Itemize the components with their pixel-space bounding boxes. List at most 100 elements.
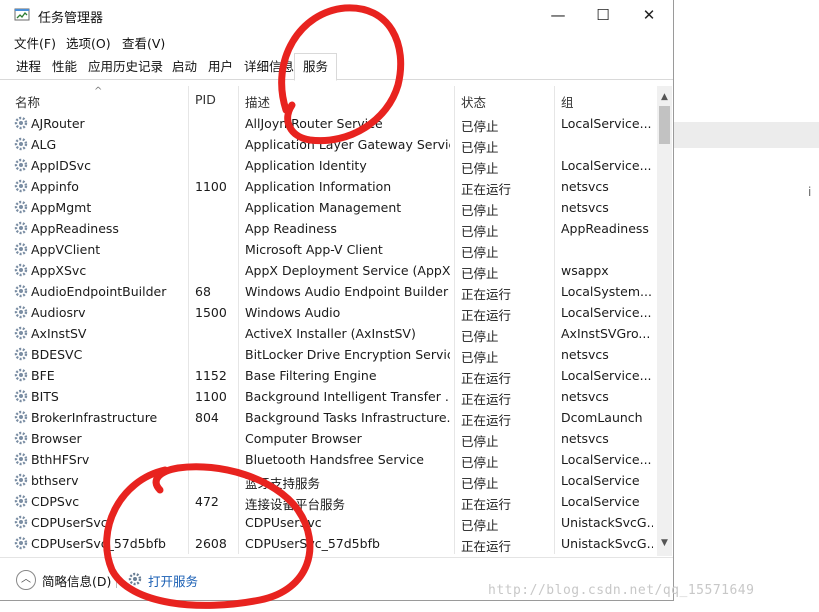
tab-startup[interactable]: 启动	[168, 56, 201, 78]
chevron-up-icon[interactable]: ︿	[16, 570, 36, 590]
service-row[interactable]: BrokerInfrastructure 804 Background Tasks …	[10, 407, 657, 428]
service-row[interactable]: AJRouter AllJoyn Router Service 已停止 LocalSe…	[10, 113, 657, 134]
service-pid: 1100	[195, 389, 227, 404]
background-window	[673, 0, 819, 612]
service-description: 连接设备平台服务	[245, 497, 346, 512]
footer-divider	[116, 572, 117, 588]
service-row[interactable]: BFE 1152 Base Filtering Engine 正在运行 LocalSer…	[10, 365, 657, 386]
service-gear-icon	[14, 452, 28, 466]
service-status: 正在运行	[461, 497, 512, 512]
vertical-scrollbar[interactable]: ▲ ▼	[657, 86, 672, 556]
column-header-description[interactable]: 描述	[245, 92, 270, 111]
service-row[interactable]: AppXSvc AppX Deployment Service (AppX... 已…	[10, 260, 657, 281]
menu-view[interactable]: 查看(V)	[122, 33, 165, 52]
service-status: 正在运行	[461, 392, 512, 407]
service-status: 已停止	[461, 518, 499, 533]
service-gear-icon	[14, 221, 28, 235]
maximize-icon: ☐	[596, 6, 610, 24]
menu-options[interactable]: 选项(O)	[66, 33, 111, 52]
scroll-down-arrow-icon[interactable]: ▼	[657, 538, 672, 550]
service-status: 已停止	[461, 224, 499, 239]
scroll-up-arrow-icon[interactable]: ▲	[657, 92, 672, 104]
maximize-button[interactable]: ☐	[580, 0, 626, 30]
service-group: UnistackSvcG...	[561, 536, 653, 551]
open-services-link[interactable]: 打开服务	[148, 571, 198, 590]
tab-details[interactable]: 详细信息	[240, 56, 298, 78]
menu-file[interactable]: 文件(F)	[14, 33, 56, 52]
services-list: ^ 名称 PID 描述 状态 组 AJRouter AllJoyn Router …	[10, 86, 672, 556]
service-row[interactable]: AppIDSvc Application Identity 已停止 LocalServ…	[10, 155, 657, 176]
service-pid: 2608	[195, 536, 227, 551]
service-description: Bluetooth Handsfree Service	[245, 452, 424, 467]
service-status: 已停止	[461, 140, 499, 155]
service-group: LocalService...	[561, 116, 652, 131]
service-row[interactable]: Audiosrv 1500 Windows Audio 正在运行 LocalServic…	[10, 302, 657, 323]
service-group: LocalService	[561, 494, 640, 509]
tab-app-history[interactable]: 应用历史记录	[84, 56, 167, 78]
service-pid: 1100	[195, 179, 227, 194]
tab-services[interactable]: 服务	[294, 53, 338, 81]
service-rows: AJRouter AllJoyn Router Service 已停止 LocalSe…	[10, 113, 657, 554]
service-status: 已停止	[461, 161, 499, 176]
service-row[interactable]: AudioEndpointBuilder 68 Windows Audio Endp…	[10, 281, 657, 302]
service-group: netsvcs	[561, 431, 609, 446]
service-group: netsvcs	[561, 347, 609, 362]
column-header-pid[interactable]: PID	[195, 92, 216, 107]
service-status: 已停止	[461, 476, 499, 491]
service-row[interactable]: BthHFSrv Bluetooth Handsfree Service 已停止 Lo…	[10, 449, 657, 470]
fewer-details-button[interactable]: 简略信息(D)	[42, 571, 111, 590]
service-row[interactable]: CDPUserSvc_57d5bfb 2608 CDPUserSvc_57d5bfb…	[10, 533, 657, 554]
service-group: DcomLaunch	[561, 410, 643, 425]
service-row[interactable]: AxInstSV ActiveX Installer (AxInstSV) 已停止 A…	[10, 323, 657, 344]
tab-bar: 进程 性能 应用历史记录 启动 用户 详细信息 服务	[0, 52, 673, 81]
service-name: AudioEndpointBuilder	[31, 284, 167, 299]
service-name: AppVClient	[31, 242, 101, 257]
service-row[interactable]: AppMgmt Application Management 已停止 netsvcs	[10, 197, 657, 218]
service-group: netsvcs	[561, 389, 609, 404]
service-row[interactable]: BDESVC BitLocker Drive Encryption Service…	[10, 344, 657, 365]
service-description: Background Intelligent Transfer ...	[245, 389, 450, 404]
service-row[interactable]: bthserv 蓝牙支持服务 已停止 LocalService	[10, 470, 657, 491]
service-description: AllJoyn Router Service	[245, 116, 383, 131]
service-description: CDPUserSvc	[245, 515, 322, 530]
title-bar[interactable]: 任务管理器 — ☐ ✕	[0, 0, 673, 30]
service-row[interactable]: CDPSvc 472 连接设备平台服务 正在运行 LocalService	[10, 491, 657, 512]
tab-users[interactable]: 用户	[204, 56, 237, 78]
task-manager-window: 任务管理器 — ☐ ✕ 文件(F) 选项(O) 查看(V) 进程 性能 应用历史…	[0, 0, 674, 601]
service-name: AppXSvc	[31, 263, 87, 278]
service-row[interactable]: Appinfo 1100 Application Information 正在运行 ne…	[10, 176, 657, 197]
service-gear-icon	[14, 179, 28, 193]
column-header-group[interactable]: 组	[561, 92, 574, 111]
tab-performance[interactable]: 性能	[48, 56, 81, 78]
service-row[interactable]: BITS 1100 Background Intelligent Transfer …	[10, 386, 657, 407]
service-row[interactable]: CDPUserSvc CDPUserSvc 已停止 UnistackSvcG...	[10, 512, 657, 533]
service-gear-icon	[14, 494, 28, 508]
service-name: CDPUserSvc_57d5bfb	[31, 536, 166, 551]
service-description: Application Management	[245, 200, 402, 215]
service-group: LocalService...	[561, 368, 652, 383]
service-description: Microsoft App-V Client	[245, 242, 383, 257]
service-description: BitLocker Drive Encryption Service	[245, 347, 450, 362]
service-gear-icon	[14, 410, 28, 424]
tab-processes[interactable]: 进程	[12, 56, 45, 78]
column-header-row: ^ 名称 PID 描述 状态 组	[10, 86, 657, 114]
minimize-button[interactable]: —	[535, 0, 581, 30]
service-gear-icon	[14, 473, 28, 487]
service-pid: 804	[195, 410, 219, 425]
service-status: 已停止	[461, 455, 499, 470]
service-row[interactable]: Browser Computer Browser 已停止 netsvcs	[10, 428, 657, 449]
service-gear-icon	[14, 242, 28, 256]
service-row[interactable]: AppReadiness App Readiness 已停止 AppReadiness	[10, 218, 657, 239]
service-row[interactable]: ALG Application Layer Gateway Service 已停止	[10, 134, 657, 155]
column-header-status[interactable]: 状态	[461, 92, 486, 111]
service-status: 已停止	[461, 350, 499, 365]
scroll-thumb[interactable]	[659, 106, 670, 144]
service-gear-icon	[14, 263, 28, 277]
close-button[interactable]: ✕	[626, 0, 672, 30]
service-row[interactable]: AppVClient Microsoft App-V Client 已停止	[10, 239, 657, 260]
column-header-name[interactable]: 名称	[15, 92, 40, 111]
background-bar	[673, 122, 819, 148]
service-name: AxInstSV	[31, 326, 87, 341]
service-description: Application Information	[245, 179, 392, 194]
service-name: CDPUserSvc	[31, 515, 108, 530]
